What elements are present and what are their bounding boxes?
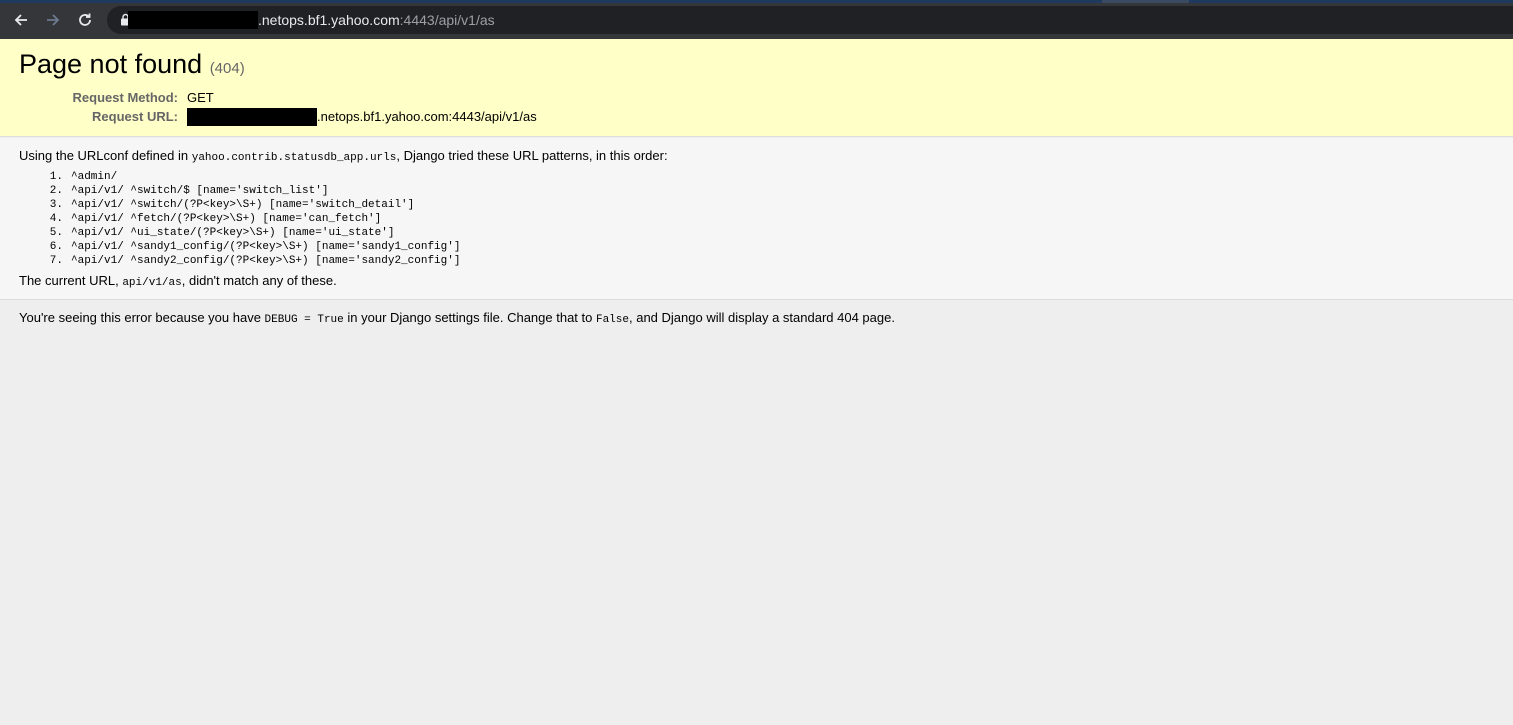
url-pattern: ^api/v1/ ^switch/$ [name='switch_list'] bbox=[71, 185, 329, 197]
url-pattern: ^api/v1/ ^switch/(?P<key>\S+) [name='swi… bbox=[71, 199, 415, 211]
list-item-number: 4. bbox=[49, 213, 63, 225]
list-item-number: 5. bbox=[49, 227, 63, 239]
current-prefix: The current URL, bbox=[19, 273, 123, 288]
request-method-value: GET bbox=[187, 90, 214, 105]
back-button[interactable] bbox=[10, 9, 32, 31]
list-item-number: 7. bbox=[49, 255, 63, 267]
current-suffix: , didn't match any of these. bbox=[181, 273, 337, 288]
request-url-label: Request URL: bbox=[92, 109, 178, 124]
explanation-middle: in your Django settings file. Change tha… bbox=[343, 310, 596, 325]
redacted-hostname bbox=[128, 11, 258, 29]
tab-strip-edge bbox=[0, 0, 1513, 3]
request-url-row: Request URL: .netops.bf1.yahoo.com:4443/… bbox=[0, 108, 1513, 126]
url-pattern: ^admin/ bbox=[71, 171, 118, 183]
list-item-number: 1. bbox=[49, 171, 63, 183]
url-pattern: ^api/v1/ ^ui_state/(?P<key>\S+) [name='u… bbox=[71, 227, 395, 239]
debug-explanation: You're seeing this error because you hav… bbox=[19, 309, 895, 329]
address-text: .netops.bf1.yahoo.com:4443/api/v1/as bbox=[258, 11, 495, 29]
error-info: Using the URLconf defined in yahoo.contr… bbox=[0, 138, 1513, 300]
arrow-right-icon bbox=[47, 14, 60, 26]
forward-button[interactable] bbox=[42, 9, 64, 31]
url-pattern: ^api/v1/ ^sandy2_config/(?P<key>\S+) [na… bbox=[71, 255, 461, 267]
list-item-number: 3. bbox=[49, 199, 63, 211]
request-method-label: Request Method: bbox=[72, 90, 178, 105]
address-bar[interactable]: .netops.bf1.yahoo.com:4443/api/v1/as bbox=[107, 6, 1513, 34]
page-title: Page not found (404) bbox=[19, 48, 245, 85]
reload-icon bbox=[79, 13, 91, 26]
address-host: .netops.bf1.yahoo.com bbox=[258, 12, 400, 28]
redacted-url-host bbox=[187, 108, 317, 126]
request-url-value: .netops.bf1.yahoo.com:4443/api/v1/as bbox=[317, 109, 537, 124]
status-code: (404) bbox=[209, 60, 245, 77]
explanation-suffix: , and Django will display a standard 404… bbox=[629, 310, 895, 325]
title-text: Page not found bbox=[19, 49, 203, 79]
list-item-number: 2. bbox=[49, 185, 63, 197]
active-tab-edge bbox=[1102, 0, 1189, 3]
url-pattern: ^api/v1/ ^fetch/(?P<key>\S+) [name='can_… bbox=[71, 213, 382, 225]
intro-suffix: , Django tried these URL patterns, in th… bbox=[396, 148, 668, 163]
browser-toolbar: .netops.bf1.yahoo.com:4443/api/v1/as bbox=[0, 0, 1513, 39]
request-method-row: Request Method: GET bbox=[0, 89, 1513, 107]
urlconf-module: yahoo.contrib.statusdb_app.urls bbox=[191, 152, 397, 164]
current-url-message: The current URL, api/v1/as, didn't match… bbox=[19, 272, 337, 292]
arrow-left-icon bbox=[14, 14, 27, 26]
list-item-number: 6. bbox=[49, 241, 63, 253]
url-pattern: ^api/v1/ ^sandy1_config/(?P<key>\S+) [na… bbox=[71, 241, 461, 253]
intro-prefix: Using the URLconf defined in bbox=[19, 148, 192, 163]
explanation-prefix: You're seeing this error because you hav… bbox=[19, 310, 265, 325]
error-summary: Page not found (404) Request Method: GET… bbox=[0, 39, 1513, 137]
current-url-path: api/v1/as bbox=[122, 277, 182, 289]
reload-button[interactable] bbox=[74, 9, 96, 31]
false-code: False bbox=[595, 314, 629, 326]
debug-setting-code: DEBUG = True bbox=[264, 314, 344, 326]
address-path: :4443/api/v1/as bbox=[399, 12, 495, 28]
urlconf-intro: Using the URLconf defined in yahoo.contr… bbox=[19, 147, 668, 167]
